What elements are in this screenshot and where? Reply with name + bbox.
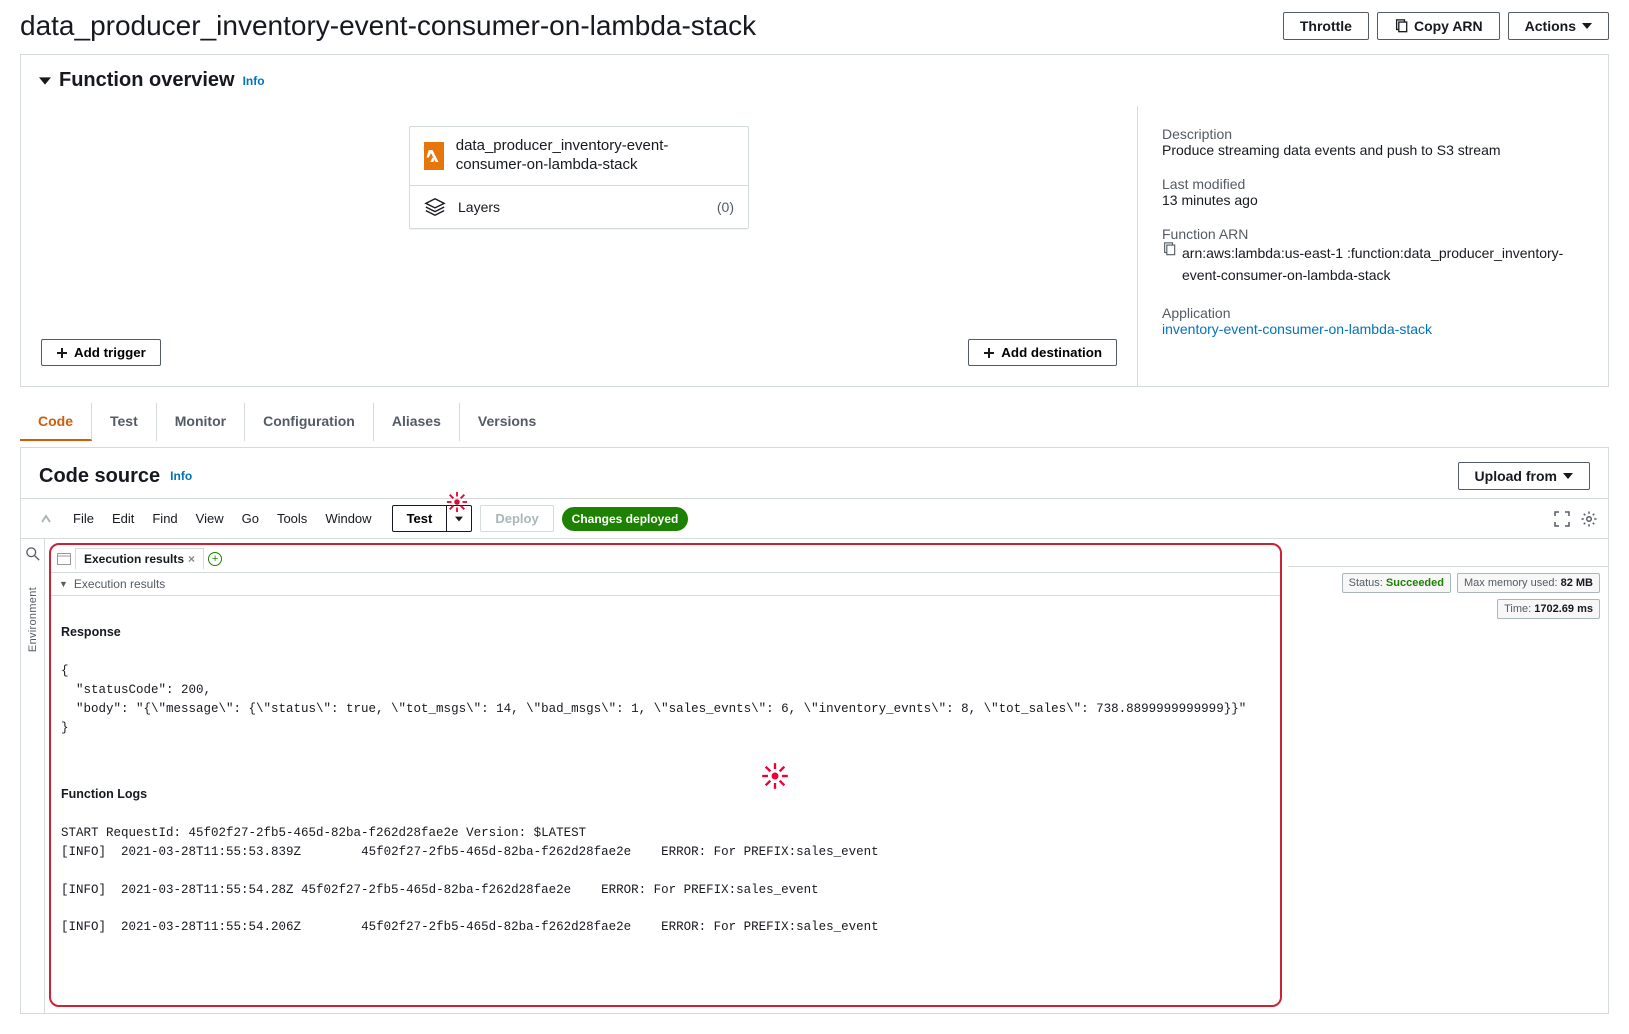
cloud9-icon[interactable] — [31, 510, 61, 528]
menu-view[interactable]: View — [188, 507, 232, 530]
plus-icon — [983, 347, 995, 359]
layers-label: Layers — [458, 199, 500, 215]
close-icon[interactable]: × — [188, 552, 195, 566]
caret-down-icon: ▼ — [59, 579, 68, 589]
copy-icon — [1394, 19, 1408, 33]
annotation-star-icon — [761, 724, 851, 827]
response-label: Response — [61, 623, 1270, 642]
add-trigger-button[interactable]: Add trigger — [41, 339, 161, 366]
memory-badge: Max memory used: 82 MB — [1457, 573, 1600, 593]
add-destination-button[interactable]: Add destination — [968, 339, 1117, 366]
description-label: Description — [1162, 126, 1584, 142]
menu-tools[interactable]: Tools — [269, 507, 315, 530]
editor-tab-execution-results[interactable]: Execution results × — [75, 548, 204, 569]
function-node-card[interactable]: data_producer_inventory-event-consumer-o… — [409, 126, 749, 229]
throttle-button[interactable]: Throttle — [1283, 12, 1369, 40]
last-modified-value: 13 minutes ago — [1162, 192, 1584, 208]
response-body: { "statusCode": 200, "body": "{\"message… — [61, 662, 1270, 737]
overview-header[interactable]: Function overview Info — [21, 55, 1608, 106]
function-logs-label: Function Logs — [61, 785, 1270, 804]
add-tab-button[interactable]: + — [208, 552, 222, 566]
ide-side-rail: Environment — [21, 539, 45, 1013]
editor-tab-strip: Execution results × + — [51, 545, 1280, 573]
tab-code[interactable]: Code — [20, 403, 92, 441]
copy-icon[interactable] — [1162, 242, 1176, 256]
main-tabs: Code Test Monitor Configuration Aliases … — [20, 403, 1609, 441]
menu-find[interactable]: Find — [144, 507, 185, 530]
function-arn-label: Function ARN — [1162, 226, 1584, 242]
deploy-button: Deploy — [480, 505, 553, 532]
function-arn-value: arn:aws:lambda:us-east-1 :function:data_… — [1182, 242, 1584, 287]
application-label: Application — [1162, 305, 1584, 321]
menu-go[interactable]: Go — [234, 507, 267, 530]
upload-from-button[interactable]: Upload from — [1458, 462, 1590, 490]
function-logs-body: START RequestId: 45f02f27-2fb5-465d-82ba… — [61, 824, 1270, 937]
tab-monitor[interactable]: Monitor — [157, 403, 245, 441]
execution-results-header[interactable]: ▼ Execution results — [51, 573, 1280, 596]
caret-down-icon — [1563, 471, 1573, 481]
fullscreen-icon[interactable] — [1554, 511, 1570, 527]
side-rail-environment[interactable]: Environment — [27, 587, 39, 652]
changes-deployed-badge: Changes deployed — [562, 507, 689, 531]
tab-configuration[interactable]: Configuration — [245, 403, 374, 441]
time-badge: Time: 1702.69 ms — [1497, 599, 1600, 619]
execution-results-body: Response { "statusCode": 200, "body": "{… — [51, 596, 1280, 999]
function-name: data_producer_inventory-event-consumer-o… — [456, 137, 734, 175]
menu-edit[interactable]: Edit — [104, 507, 142, 530]
description-value: Produce streaming data events and push t… — [1162, 142, 1584, 158]
page-title: data_producer_inventory-event-consumer-o… — [20, 10, 756, 42]
tab-versions[interactable]: Versions — [460, 403, 554, 441]
tab-aliases[interactable]: Aliases — [374, 403, 460, 441]
layers-count: (0) — [717, 199, 734, 215]
status-badge: Status: Succeeded — [1342, 573, 1451, 593]
overview-info-link[interactable]: Info — [243, 74, 265, 88]
lambda-icon — [424, 142, 444, 170]
header-actions: Throttle Copy ARN Actions — [1283, 12, 1609, 40]
overview-diagram: data_producer_inventory-event-consumer-o… — [21, 106, 1138, 386]
editor-pane: Execution results × + ▼ Execution result… — [49, 543, 1282, 1007]
caret-down-icon — [39, 75, 51, 87]
code-source-panel: Code source Info Upload from File Edit F… — [20, 447, 1609, 1014]
test-button[interactable]: Test — [392, 505, 448, 532]
overview-metadata: Description Produce streaming data event… — [1138, 106, 1608, 386]
annotation-star-icon — [446, 491, 468, 513]
last-modified-label: Last modified — [1162, 176, 1584, 192]
search-icon[interactable] — [26, 547, 40, 561]
layers-icon — [424, 196, 446, 218]
menu-window[interactable]: Window — [317, 507, 379, 530]
tab-test[interactable]: Test — [92, 403, 157, 441]
caret-down-icon — [1582, 21, 1592, 31]
code-source-heading: Code source — [39, 465, 160, 488]
function-overview-panel: Function overview Info data_producer_inv… — [20, 54, 1609, 387]
copy-arn-button[interactable]: Copy ARN — [1377, 12, 1500, 40]
menu-file[interactable]: File — [65, 507, 102, 530]
application-link[interactable]: inventory-event-consumer-on-lambda-stack — [1162, 321, 1432, 337]
plus-icon — [56, 347, 68, 359]
execution-status-bar: Status: Succeeded Max memory used: 82 MB… — [1288, 539, 1608, 1013]
window-icon[interactable] — [57, 553, 71, 565]
overview-heading: Function overview — [59, 69, 235, 92]
actions-button[interactable]: Actions — [1508, 12, 1609, 40]
page-header: data_producer_inventory-event-consumer-o… — [20, 0, 1609, 54]
code-source-info-link[interactable]: Info — [170, 469, 192, 483]
gear-icon[interactable] — [1580, 510, 1598, 528]
ide-menu-bar: File Edit Find View Go Tools Window Test — [21, 498, 1608, 538]
